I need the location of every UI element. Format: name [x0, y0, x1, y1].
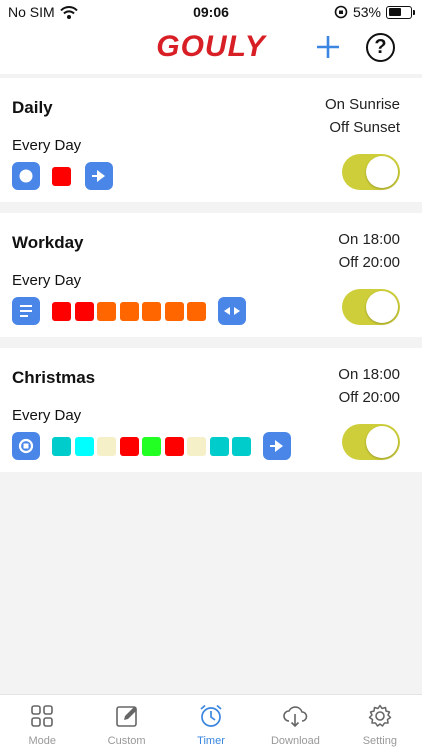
color-swatch [142, 436, 161, 456]
play-arrow-icon [269, 440, 283, 452]
gear-icon [368, 704, 392, 727]
alarm-clock-icon [200, 704, 222, 727]
timer-preview-row [12, 162, 113, 190]
timer-repeat: Every Day [12, 137, 82, 154]
color-swatch [119, 301, 139, 321]
tab-timer[interactable]: Timer [169, 695, 253, 750]
color-swatches [52, 166, 75, 186]
mode-button[interactable] [12, 162, 40, 190]
color-swatch [74, 436, 94, 456]
add-timer-button[interactable] [313, 32, 343, 62]
lines-icon [20, 305, 32, 317]
toggle-knob [366, 291, 398, 323]
color-swatch [187, 301, 206, 321]
color-swatch [52, 436, 71, 456]
tab-label: Timer [197, 735, 225, 747]
timer-card-workday[interactable]: Workday On 18:00 Off 20:00 Every Day [0, 213, 422, 337]
color-swatch [164, 436, 184, 456]
tab-label: Setting [362, 735, 397, 747]
color-swatch [97, 301, 116, 321]
tab-label: Mode [28, 735, 56, 747]
app-header: GOULY ? [0, 26, 422, 74]
timer-preview-row [12, 297, 246, 325]
status-bar: No SIM 09:06 53% [0, 0, 422, 26]
tab-download[interactable]: Download [253, 695, 337, 750]
color-swatch [52, 301, 71, 321]
cloud-download-icon [283, 706, 308, 728]
battery-percent: 53% [352, 4, 381, 20]
tab-label: Custom [107, 735, 146, 747]
color-swatch [232, 436, 251, 456]
timer-on-time: On 18:00 [338, 366, 400, 383]
timer-repeat: Every Day [12, 407, 82, 424]
color-swatch [97, 436, 116, 456]
edit-icon [115, 706, 137, 727]
app-logo: GOULY [156, 30, 266, 63]
play-button[interactable] [262, 432, 291, 460]
color-swatch [164, 301, 184, 321]
timer-on-time: On 18:00 [338, 231, 400, 248]
color-swatch [119, 436, 139, 456]
timer-off-time: Off 20:00 [338, 389, 400, 406]
timer-off-time: Off Sunset [329, 119, 400, 136]
timer-toggle[interactable] [342, 154, 400, 190]
grid-icon [31, 705, 54, 727]
help-button[interactable]: ? [366, 33, 395, 62]
tab-custom[interactable]: Custom [84, 695, 168, 750]
play-button[interactable] [84, 162, 113, 190]
timer-off-time: Off 20:00 [338, 254, 400, 271]
circle-icon [19, 169, 33, 183]
color-swatch [187, 436, 206, 456]
timer-preview-row [12, 432, 291, 460]
tab-setting[interactable]: Setting [338, 695, 422, 750]
toggle-knob [366, 156, 398, 188]
mode-button[interactable] [12, 297, 40, 325]
plus-icon [317, 36, 339, 58]
both-arrows-icon [223, 307, 240, 315]
timer-toggle[interactable] [342, 289, 400, 325]
timer-card-christmas[interactable]: Christmas On 18:00 Off 20:00 Every Day [0, 348, 422, 472]
timer-repeat: Every Day [12, 272, 82, 289]
mode-button[interactable] [12, 432, 40, 460]
tab-bar: Mode Custom Timer Download Setting [0, 694, 422, 750]
color-swatches [52, 301, 210, 321]
direction-button[interactable] [217, 297, 246, 325]
color-swatch [209, 436, 229, 456]
timer-toggle[interactable] [342, 424, 400, 460]
toggle-knob [366, 426, 398, 458]
color-swatch [74, 301, 94, 321]
timer-card-daily[interactable]: Daily On Sunrise Off Sunset Every Day [0, 78, 422, 202]
orientation-lock-icon [334, 5, 348, 19]
ring-square-icon [18, 438, 34, 454]
timer-name: Christmas [12, 368, 96, 387]
color-swatch [142, 301, 161, 321]
color-swatches [52, 436, 255, 456]
timer-on-time: On Sunrise [324, 96, 400, 113]
battery-icon [386, 5, 415, 19]
timer-name: Daily [12, 98, 53, 117]
timer-name: Workday [12, 233, 84, 252]
color-swatch [52, 166, 71, 186]
tab-mode[interactable]: Mode [0, 695, 84, 750]
status-right: 53% [334, 4, 415, 20]
tab-label: Download [270, 735, 320, 747]
play-arrow-icon [91, 170, 105, 182]
